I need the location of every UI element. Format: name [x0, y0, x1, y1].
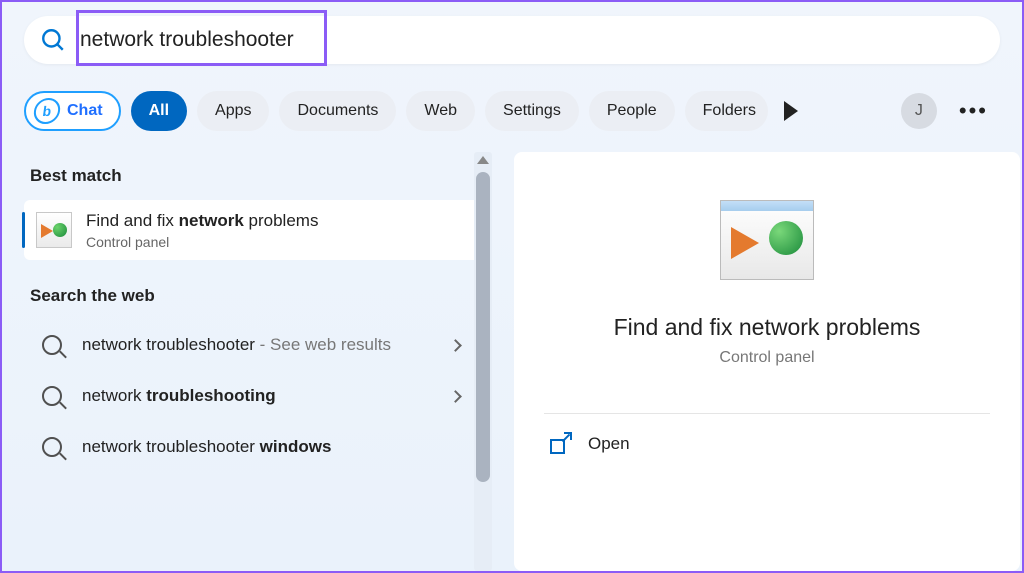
filter-apps[interactable]: Apps [197, 91, 269, 131]
preview-subtitle: Control panel [719, 349, 814, 367]
preview-title: Find and fix network problems [614, 314, 921, 341]
search-icon [42, 335, 62, 355]
more-options-icon[interactable]: ••• [947, 98, 1000, 124]
search-bar[interactable] [24, 16, 1000, 64]
web-result-1[interactable]: network troubleshooting [24, 371, 492, 422]
web-result-text: network troubleshooting [82, 385, 451, 408]
filter-people[interactable]: People [589, 91, 675, 131]
best-match-result[interactable]: Find and fix network problems Control pa… [24, 200, 492, 260]
troubleshooter-icon [36, 212, 72, 248]
filter-label: Chat [67, 102, 103, 120]
web-result-text: network troubleshooter - See web results [82, 334, 451, 357]
content-area: Best match Find and fix network problems… [2, 152, 1022, 571]
scrollbar-thumb[interactable] [476, 172, 490, 482]
scroll-up-icon[interactable] [477, 156, 489, 164]
results-column: Best match Find and fix network problems… [2, 152, 492, 571]
open-external-icon [550, 434, 570, 454]
bing-icon: b [32, 98, 62, 124]
open-action[interactable]: Open [544, 414, 990, 474]
scroll-filters-right-icon[interactable] [784, 101, 798, 121]
filter-all[interactable]: All [131, 91, 187, 131]
preview-icon [720, 200, 814, 280]
web-result-text: network troubleshooter windows [82, 436, 480, 459]
search-web-header: Search the web [24, 272, 492, 320]
preview-panel: Find and fix network problems Control pa… [514, 152, 1020, 571]
result-subtitle: Control panel [86, 234, 318, 250]
search-icon [42, 386, 62, 406]
chevron-right-icon [449, 390, 462, 403]
search-icon [42, 437, 62, 457]
web-result-2[interactable]: network troubleshooter windows [24, 422, 492, 473]
filter-settings[interactable]: Settings [485, 91, 579, 131]
result-title: Find and fix network problems [86, 210, 318, 233]
web-result-0[interactable]: network troubleshooter - See web results [24, 320, 492, 371]
best-match-header: Best match [24, 152, 492, 200]
filter-chat[interactable]: b Chat [24, 91, 121, 131]
filter-documents[interactable]: Documents [279, 91, 396, 131]
open-label: Open [588, 434, 630, 454]
chevron-right-icon [449, 339, 462, 352]
search-icon [40, 27, 66, 53]
filter-web[interactable]: Web [406, 91, 475, 131]
filter-folders[interactable]: Folders [685, 91, 768, 131]
search-input[interactable] [80, 28, 984, 52]
filter-row: b Chat All Apps Documents Web Settings P… [24, 84, 1000, 138]
user-avatar[interactable]: J [901, 93, 937, 129]
results-scrollbar[interactable] [474, 152, 492, 571]
